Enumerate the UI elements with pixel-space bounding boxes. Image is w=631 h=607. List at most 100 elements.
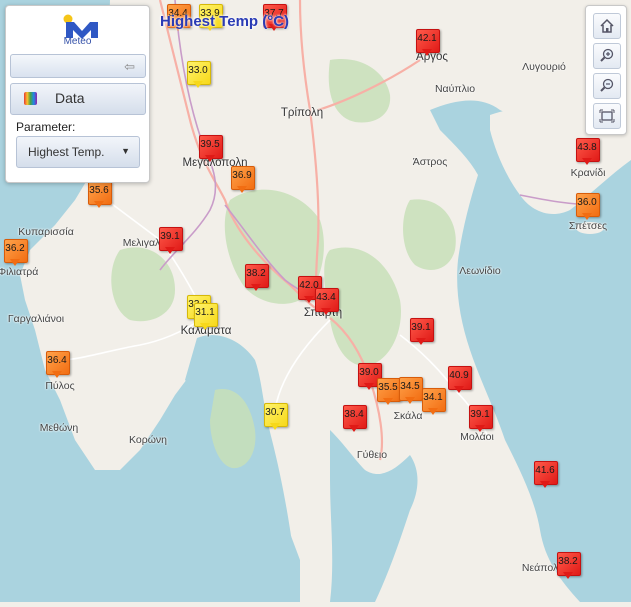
station-marker[interactable]: 41.6 — [534, 461, 558, 488]
marker-pointer — [165, 247, 175, 254]
marker-pointer — [10, 259, 20, 266]
marker-pointer — [193, 81, 203, 88]
marker-pointer — [428, 408, 438, 415]
place-label: Τρίπολη — [280, 107, 324, 119]
marker-pointer — [422, 49, 432, 56]
data-button-label: Data — [55, 90, 85, 106]
station-marker[interactable]: 40.9 — [448, 366, 472, 393]
station-value: 43.4 — [316, 292, 336, 303]
marker-pointer — [540, 481, 550, 488]
arrow-left-icon: ⇦ — [124, 59, 135, 74]
zoom-in-button[interactable] — [593, 43, 621, 69]
home-button[interactable] — [593, 13, 621, 39]
station-marker[interactable]: 36.9 — [231, 166, 255, 193]
station-value: 41.6 — [535, 465, 555, 476]
zoom-extent-button[interactable] — [593, 103, 621, 129]
zoom-in-icon — [600, 48, 614, 62]
color-palette-icon — [24, 92, 37, 105]
marker-pointer — [251, 284, 261, 291]
control-panel: Meteo ⇦ Data Parameter: Highest Temp. ▼ — [5, 5, 150, 183]
parameter-select-value: Highest Temp. — [28, 145, 105, 159]
place-label: Κορώνη — [129, 434, 167, 446]
home-icon — [600, 18, 614, 33]
marker-pointer — [582, 158, 592, 165]
marker-pointer — [383, 398, 393, 405]
place-label: Μεθώνη — [39, 422, 79, 434]
chevron-down-icon: ▼ — [121, 146, 130, 156]
place-label: Σκάλα — [393, 410, 423, 422]
station-marker[interactable]: 38.2 — [557, 552, 581, 579]
station-marker[interactable]: 36.0 — [576, 193, 600, 220]
station-value: 31.1 — [195, 307, 215, 318]
station-value: 39.1 — [160, 231, 180, 242]
zoom-out-button[interactable] — [593, 73, 621, 99]
marker-pointer — [94, 201, 104, 208]
marker-pointer — [237, 186, 247, 193]
map-toolbar — [585, 5, 627, 135]
place-label: Άστρος — [412, 156, 448, 168]
station-value: 34.1 — [423, 392, 443, 403]
marker-pointer — [52, 371, 62, 378]
marker-pointer — [416, 338, 426, 345]
place-label: Κρανίδι — [570, 167, 606, 179]
marker-pointer — [321, 308, 331, 315]
place-label: Σπέτσες — [568, 220, 608, 232]
station-marker[interactable]: 38.2 — [245, 264, 269, 291]
station-value: 42.1 — [417, 33, 437, 44]
place-label: Κυπαρισσία — [18, 226, 74, 238]
station-marker[interactable]: 43.8 — [576, 138, 600, 165]
marker-pointer — [475, 425, 485, 432]
place-label: Φιλιατρά — [0, 266, 39, 278]
data-button[interactable]: Data — [10, 83, 146, 115]
logo-text: Meteo — [63, 36, 92, 47]
marker-pointer — [270, 423, 280, 430]
station-value: 35.6 — [89, 185, 109, 196]
station-value: 39.0 — [359, 367, 379, 378]
marker-pointer — [454, 386, 464, 393]
station-value: 36.9 — [232, 170, 252, 181]
parameter-select[interactable]: Highest Temp. ▼ — [16, 136, 140, 168]
marker-pointer — [405, 397, 415, 404]
station-marker[interactable]: 30.7 — [264, 403, 288, 430]
station-marker[interactable]: 35.6 — [88, 181, 112, 208]
station-value: 38.2 — [558, 556, 578, 567]
place-label: Ναύπλιο — [434, 83, 476, 95]
station-marker[interactable]: 36.4 — [46, 351, 70, 378]
place-label: Λεωνίδιο — [459, 265, 501, 277]
station-value: 39.1 — [470, 409, 490, 420]
marker-pointer — [200, 323, 210, 330]
zoom-extent-icon — [599, 109, 615, 123]
station-value: 38.4 — [344, 409, 364, 420]
station-value: 36.4 — [47, 355, 67, 366]
station-marker[interactable]: 36.2 — [4, 239, 28, 266]
station-value: 38.2 — [246, 268, 266, 279]
marker-pointer — [349, 425, 359, 432]
station-value: 43.8 — [577, 142, 597, 153]
station-value: 30.7 — [265, 407, 285, 418]
station-marker[interactable]: 43.4 — [315, 288, 339, 315]
place-label: Πύλος — [45, 380, 75, 392]
place-label: Γύθειο — [356, 449, 388, 461]
station-marker[interactable]: 42.1 — [416, 29, 440, 56]
station-value: 39.1 — [411, 322, 431, 333]
station-value: 33.0 — [188, 65, 208, 76]
zoom-out-icon — [600, 78, 614, 92]
collapse-panel-button[interactable]: ⇦ — [10, 54, 146, 78]
station-value: 39.5 — [200, 139, 220, 150]
station-value: 36.2 — [5, 243, 25, 254]
station-marker[interactable]: 39.1 — [469, 405, 493, 432]
marker-pointer — [582, 213, 592, 220]
station-value: 40.9 — [449, 370, 469, 381]
station-marker[interactable]: 39.1 — [410, 318, 434, 345]
marker-pointer — [205, 155, 215, 162]
station-marker[interactable]: 38.4 — [343, 405, 367, 432]
parameter-label: Parameter: — [16, 120, 76, 134]
station-marker[interactable]: 31.1 — [194, 303, 218, 330]
place-label: Μολάοι — [460, 431, 494, 443]
station-marker[interactable]: 34.1 — [422, 388, 446, 415]
place-label: Λυγουριό — [522, 61, 566, 73]
station-marker[interactable]: 33.0 — [187, 61, 211, 88]
place-label: Γαργαλιάνοι — [7, 313, 65, 325]
station-marker[interactable]: 39.5 — [199, 135, 223, 162]
station-marker[interactable]: 39.1 — [159, 227, 183, 254]
